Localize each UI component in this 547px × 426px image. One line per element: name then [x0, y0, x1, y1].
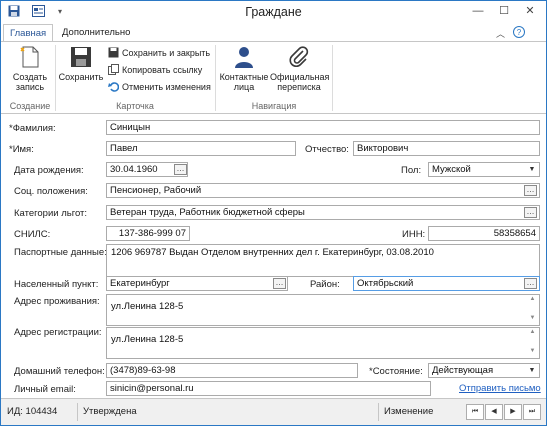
save-and-close-label: Сохранить и закрыть	[122, 48, 211, 58]
title-bar: ▾ Граждане — ☐ ✕	[1, 1, 546, 23]
maximize-icon[interactable]: ☐	[491, 1, 517, 21]
benefits-label: Категории льгот:	[14, 208, 88, 219]
group-create-label: Создание	[9, 101, 51, 111]
email-field[interactable]: sinicin@personal.ru	[106, 381, 431, 396]
social-field[interactable]: Пенсионер, Рабочий	[106, 183, 540, 198]
social-label: Соц. положения:	[14, 186, 88, 197]
snils-field[interactable]: 137-386-999 07	[106, 226, 190, 241]
patronymic-field[interactable]: Викторович	[353, 141, 540, 156]
status-separator	[77, 403, 78, 421]
state-label: *Состояние:	[369, 366, 423, 377]
tab-additional[interactable]: Дополнительно	[56, 24, 136, 42]
save-label: Сохранить	[58, 72, 104, 82]
locality-field[interactable]: Екатеринбург	[106, 276, 288, 291]
minimize-icon[interactable]: —	[465, 1, 491, 21]
benefits-field[interactable]: Ветеран труда, Работник бюджетной сферы	[106, 205, 540, 220]
scroll-down-icon[interactable]: ▼	[527, 315, 538, 321]
registration-field[interactable]: ул.Ленина 128-5	[106, 327, 540, 359]
passport-label: Паспортные данные:	[14, 247, 107, 258]
edit-mode: Изменение	[384, 406, 434, 417]
new-document-icon	[20, 46, 39, 68]
ribbon-separator	[332, 45, 333, 111]
snils-label: СНИЛС:	[14, 229, 51, 240]
registration-label: Адрес регистрации:	[14, 327, 102, 338]
group-navigation-label: Навигация	[251, 101, 297, 111]
undo-changes-button[interactable]: Отменить изменения	[108, 81, 211, 94]
chevron-down-icon[interactable]: ▼	[527, 364, 537, 377]
social-picker-button[interactable]: …	[524, 185, 537, 196]
record-state: Утверждена	[83, 406, 137, 417]
district-field[interactable]: Октябрьский	[353, 276, 540, 291]
state-select[interactable]: Действующая	[428, 363, 540, 378]
send-letter-link[interactable]: Отправить письмо	[459, 383, 541, 394]
surname-label: *Фамилия:	[9, 123, 56, 134]
name-field[interactable]: Павел	[106, 141, 296, 156]
copy-link-label: Копировать ссылку	[122, 65, 203, 75]
save-icon	[71, 47, 91, 67]
citizen-form: *Фамилия: Синицын *Имя: Павел Отчество: …	[1, 115, 546, 397]
app-window: ▾ Граждане — ☐ ✕ Главная Дополнительно ︿…	[0, 0, 547, 426]
email-label: Личный email:	[14, 384, 76, 395]
surname-field[interactable]: Синицын	[106, 120, 540, 135]
undo-icon	[108, 82, 119, 92]
scroll-up-icon[interactable]: ▲	[527, 296, 538, 302]
phone-field[interactable]: (3478)89-63-98	[106, 363, 358, 378]
copy-link-icon	[108, 64, 119, 75]
record-id: ИД: 104434	[7, 406, 58, 417]
name-label: *Имя:	[9, 144, 34, 155]
last-record-button[interactable]: ⏭	[523, 404, 541, 420]
residence-field[interactable]: ул.Ленина 128-5	[106, 294, 540, 326]
inn-label: ИНН:	[402, 229, 426, 240]
calendar-picker-button[interactable]: …	[174, 164, 187, 175]
person-icon	[235, 47, 253, 68]
correspondence-label: Официальная переписка	[270, 72, 330, 92]
help-icon[interactable]: ?	[513, 26, 525, 38]
gender-label: Пол:	[401, 165, 422, 176]
district-label: Район:	[310, 279, 340, 290]
residence-label: Адрес проживания:	[14, 296, 100, 307]
benefits-picker-button[interactable]: …	[524, 207, 537, 218]
ribbon-tabs: Главная Дополнительно ︿ ?	[1, 24, 546, 42]
copy-link-button[interactable]: Копировать ссылку	[108, 64, 202, 77]
ribbon-separator	[55, 45, 56, 111]
birthdate-label: Дата рождения:	[14, 165, 84, 176]
passport-field[interactable]: 1206 969787 Выдан Отделом внутренних дел…	[106, 244, 540, 277]
patronymic-label: Отчество:	[305, 144, 349, 155]
scroll-up-icon[interactable]: ▲	[527, 329, 538, 335]
save-button[interactable]: Сохранить	[58, 45, 104, 82]
create-record-label: Создать запись	[12, 72, 48, 92]
next-record-button[interactable]: ▶	[504, 404, 522, 420]
status-separator	[378, 403, 379, 421]
contacts-label: Контактные лица	[219, 72, 269, 92]
ribbon: Создать запись Создание Сохранить Сохран…	[1, 41, 546, 114]
correspondence-button[interactable]: Официальная переписка	[270, 45, 330, 92]
gender-select[interactable]: Мужской	[428, 162, 540, 177]
tab-main[interactable]: Главная	[3, 24, 54, 42]
status-bar: ИД: 104434 Утверждена Изменение ⏮ ◀ ▶ ⏭	[1, 398, 546, 425]
save-and-close-button[interactable]: Сохранить и закрыть	[108, 47, 210, 60]
contacts-button[interactable]: Контактные лица	[218, 45, 270, 92]
district-picker-button[interactable]: …	[524, 278, 537, 289]
previous-record-button[interactable]: ◀	[485, 404, 503, 420]
paperclip-icon	[289, 46, 309, 67]
close-icon[interactable]: ✕	[517, 1, 543, 21]
phone-label: Домашний телефон:	[14, 366, 105, 377]
group-card-label: Карточка	[116, 101, 154, 111]
scroll-down-icon[interactable]: ▼	[527, 348, 538, 354]
inn-field[interactable]: 58358654	[428, 226, 540, 241]
save-close-icon	[108, 47, 119, 58]
create-record-button[interactable]: Создать запись	[9, 45, 51, 92]
locality-picker-button[interactable]: …	[273, 278, 286, 289]
undo-changes-label: Отменить изменения	[122, 82, 211, 92]
locality-label: Населенный пункт:	[14, 279, 99, 290]
ribbon-separator	[215, 45, 216, 111]
collapse-ribbon-icon[interactable]: ︿	[496, 27, 505, 40]
first-record-button[interactable]: ⏮	[466, 404, 484, 420]
chevron-down-icon[interactable]: ▼	[527, 163, 537, 176]
